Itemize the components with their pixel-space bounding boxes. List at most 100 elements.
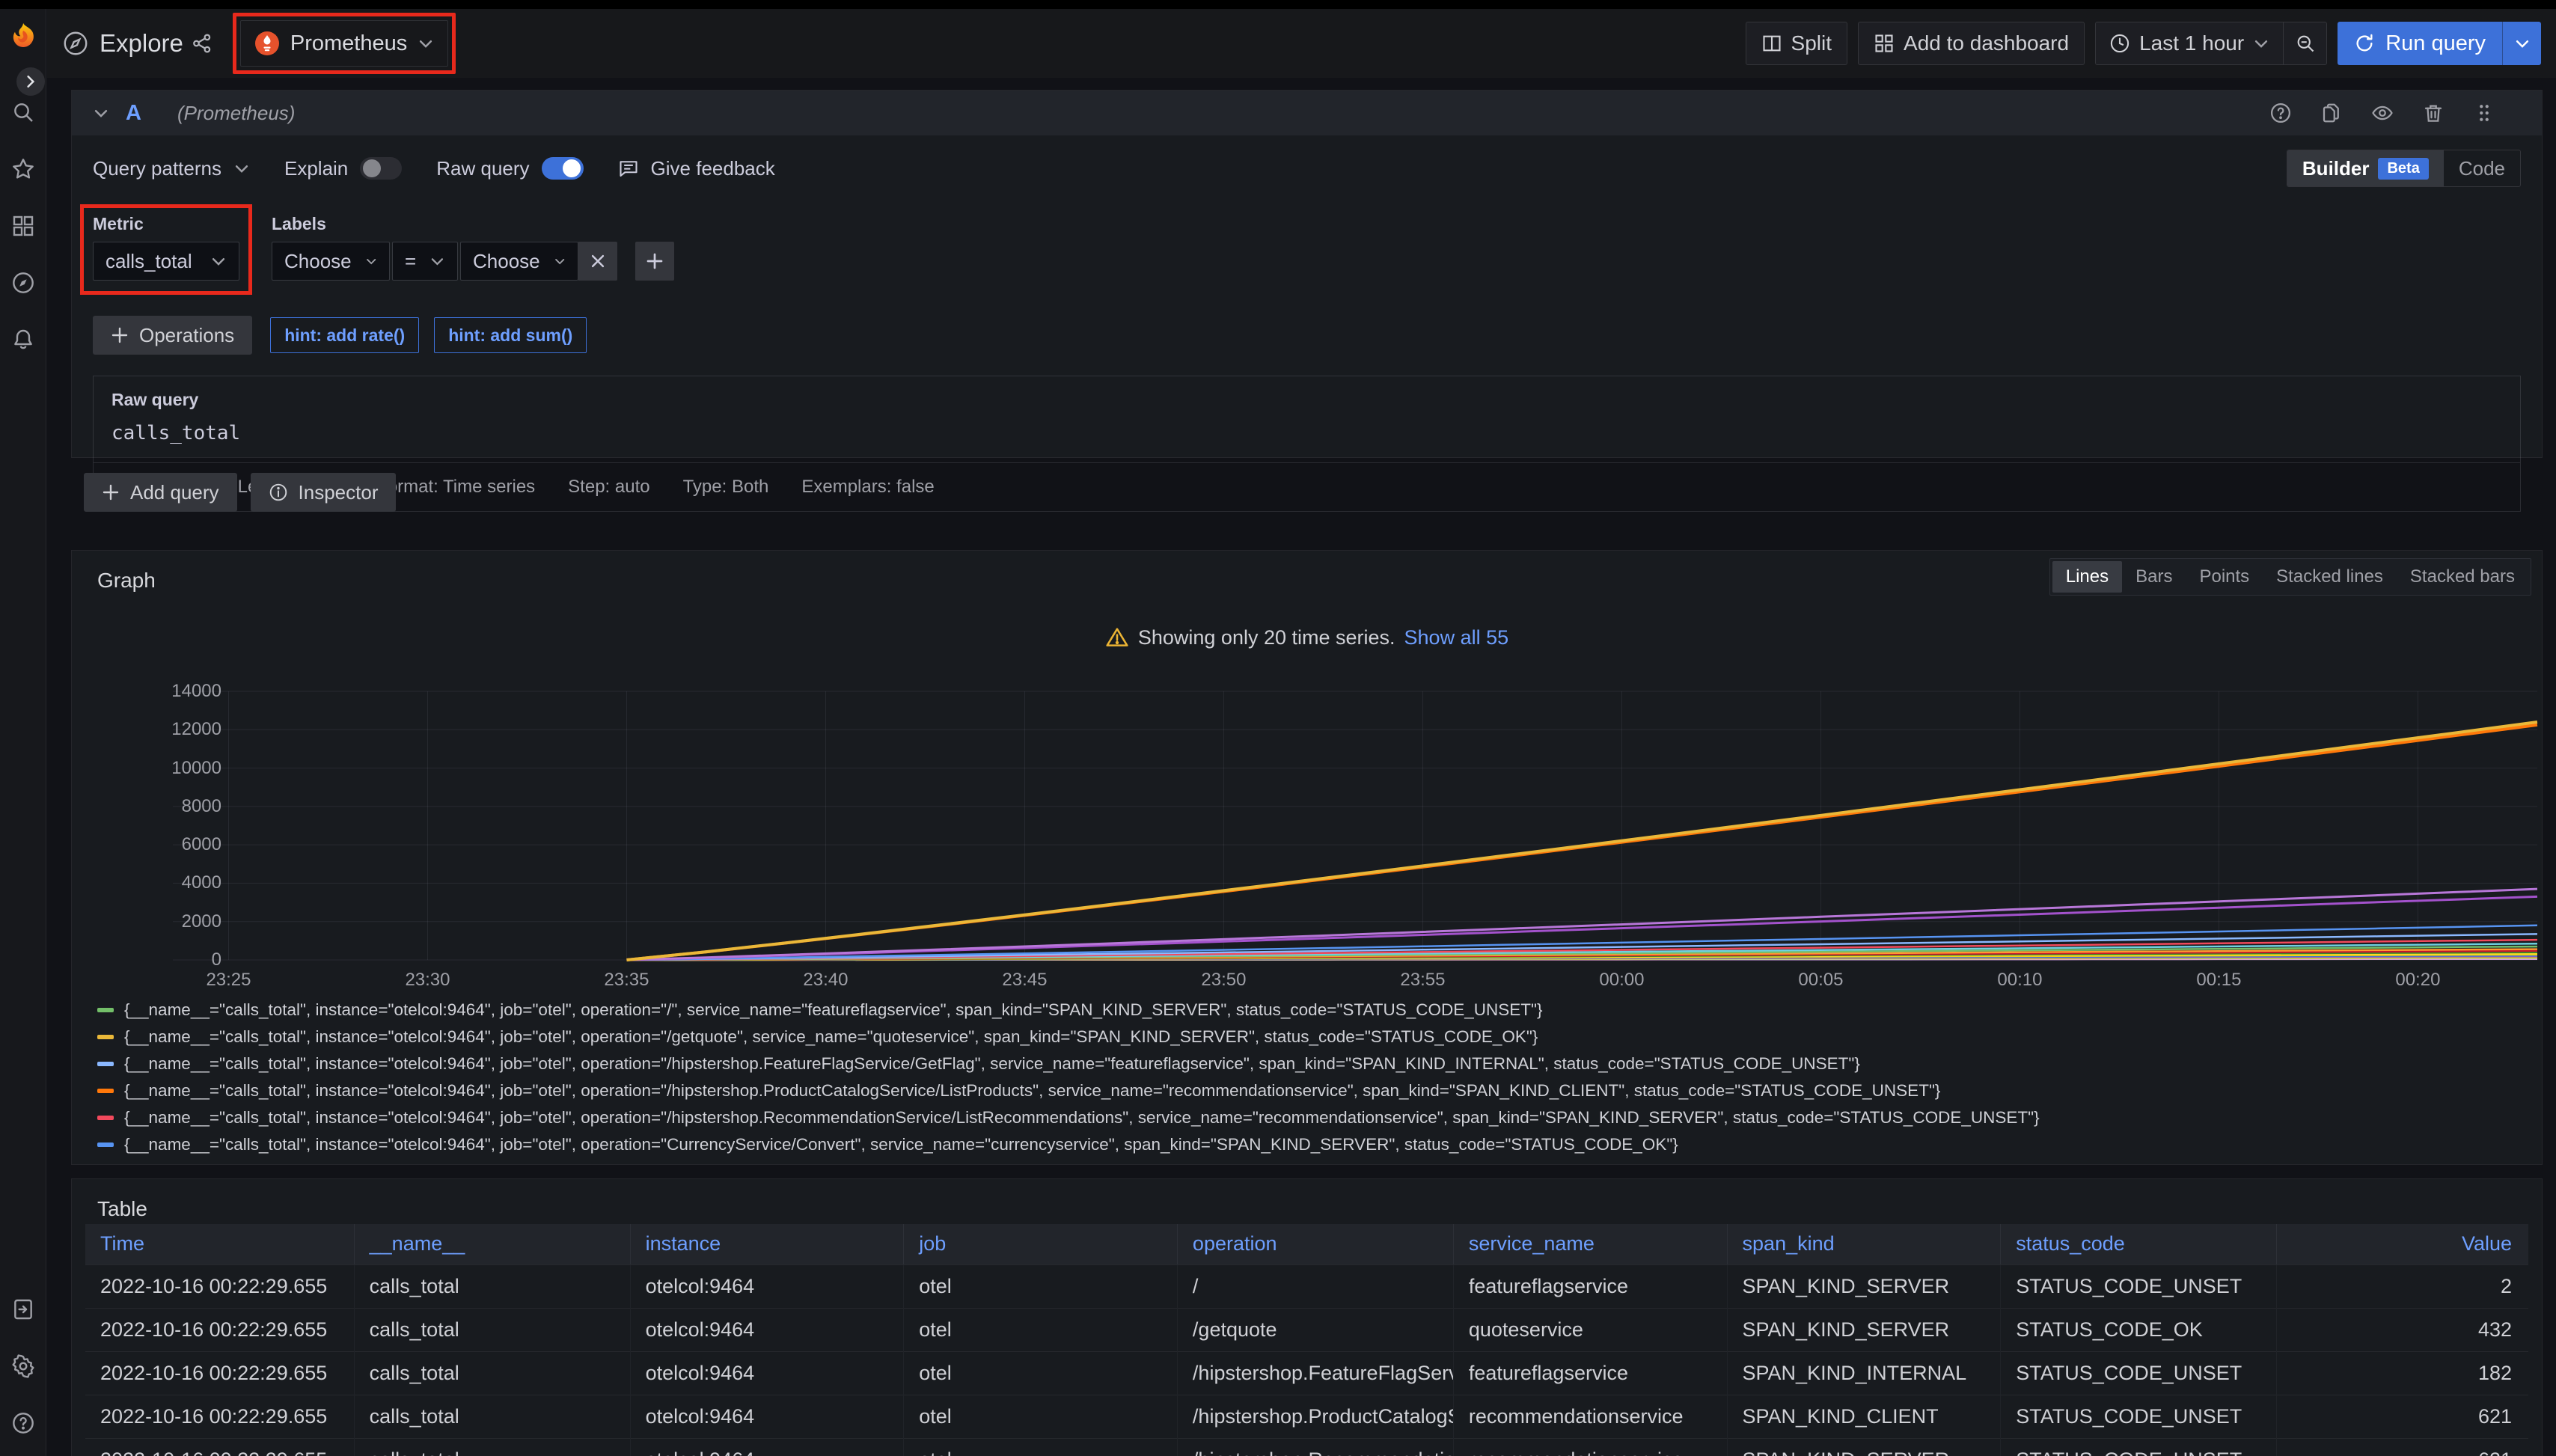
legend-series-label: {__name__="calls_total", instance="otelc… (124, 1135, 1678, 1154)
legend-item[interactable]: {__name__="calls_total", instance="otelc… (97, 1104, 2527, 1131)
legend-item[interactable]: {__name__="calls_total", instance="otelc… (97, 1077, 2527, 1104)
table-cell: otel (904, 1395, 1178, 1438)
dashboards-icon[interactable] (11, 214, 35, 238)
give-feedback-link[interactable]: Give feedback (618, 157, 775, 180)
alerting-bell-icon[interactable] (11, 328, 35, 352)
table-header-cell[interactable]: instance (630, 1224, 904, 1264)
table-header-cell[interactable]: job (904, 1224, 1178, 1264)
explore-compass-icon[interactable] (11, 271, 35, 295)
share-icon[interactable] (191, 32, 213, 55)
label-name-select[interactable]: Choose (272, 242, 390, 281)
legend-item[interactable]: {__name__="calls_total", instance="otelc… (97, 1024, 2527, 1050)
table-row: 2022-10-16 00:22:29.655calls_totalotelco… (85, 1264, 2528, 1308)
warning-triangle-icon (1105, 625, 1129, 649)
time-range-button[interactable]: Last 1 hour (2096, 22, 2283, 64)
table-header-cell[interactable]: Value (2277, 1224, 2528, 1264)
remove-label-filter-button[interactable] (578, 242, 617, 281)
table-cell: SPAN_KIND_SERVER (1727, 1264, 2001, 1308)
datasource-name: Prometheus (290, 31, 407, 56)
legend-item[interactable]: {__name__="calls_total", instance="otelc… (97, 1158, 2527, 1165)
inspector-label: Inspector (299, 481, 379, 504)
table-cell: calls_total (354, 1438, 630, 1456)
settings-gear-icon[interactable] (11, 1354, 35, 1378)
x-tick-label: 00:05 (1776, 970, 1865, 991)
table-cell: otel (904, 1438, 1178, 1456)
table-cell: / (1177, 1264, 1453, 1308)
query-help-icon[interactable] (2269, 102, 2292, 124)
tab-builder[interactable]: Builder Beta (2287, 150, 2444, 186)
remove-query-trash-icon[interactable] (2422, 102, 2445, 124)
raw-query-section-label: Raw query (111, 390, 2502, 410)
add-query-button[interactable]: Add query (84, 473, 237, 512)
legend-series-label: {__name__="calls_total", instance="otelc… (124, 1081, 1940, 1101)
legend-swatch (97, 1062, 114, 1066)
starred-icon[interactable] (11, 157, 35, 181)
legend-swatch (97, 1008, 114, 1012)
table-header-cell[interactable]: span_kind (1727, 1224, 2001, 1264)
table-cell: featureflagservice (1453, 1351, 1727, 1395)
chevron-down-icon (233, 160, 250, 177)
raw-query-toggle-label: Raw query (436, 157, 529, 180)
query-hint-button[interactable]: hint: add sum() (434, 317, 587, 353)
datasource-picker[interactable]: Prometheus (240, 20, 448, 67)
x-tick-label: 23:30 (382, 970, 472, 991)
results-table: Time__name__instancejoboperationservice_… (85, 1224, 2528, 1456)
collapse-chevron-icon[interactable] (93, 105, 109, 121)
time-picker: Last 1 hour (2095, 22, 2327, 65)
table-cell: recommendationservice (1453, 1438, 1727, 1456)
table-header-cell[interactable]: operation (1177, 1224, 1453, 1264)
chevron-down-icon (2514, 35, 2531, 52)
run-query-dropdown[interactable] (2502, 22, 2541, 65)
plus-icon (102, 483, 120, 501)
table-header-cell[interactable]: status_code (2001, 1224, 2277, 1264)
table-header-cell[interactable]: service_name (1453, 1224, 1727, 1264)
run-query-button[interactable]: Run query (2338, 22, 2541, 65)
graph-mode-tab-lines[interactable]: Lines (2052, 561, 2122, 593)
legend-item[interactable]: {__name__="calls_total", instance="otelc… (97, 1131, 2527, 1158)
raw-query-toggle[interactable] (542, 157, 584, 180)
query-patterns-dropdown[interactable]: Query patterns (93, 157, 250, 180)
duplicate-query-icon[interactable] (2320, 102, 2343, 124)
sidebar-expand-button[interactable] (16, 67, 45, 96)
time-series-chart[interactable] (173, 691, 2537, 960)
explain-toggle[interactable] (360, 157, 402, 180)
add-to-dashboard-button[interactable]: Add to dashboard (1858, 22, 2085, 65)
legend-item[interactable]: {__name__="calls_total", instance="otelc… (97, 1050, 2527, 1077)
split-button[interactable]: Split (1746, 22, 1847, 65)
x-tick-label: 00:20 (2373, 970, 2462, 991)
search-icon[interactable] (11, 100, 35, 124)
table-header-cell[interactable]: __name__ (354, 1224, 630, 1264)
table-cell: recommendationservice (1453, 1395, 1727, 1438)
legend-item[interactable]: {__name__="calls_total", instance="otelc… (97, 997, 2527, 1024)
table-header-cell[interactable]: Time (85, 1224, 354, 1264)
label-value-select[interactable]: Choose (460, 242, 578, 281)
metric-field-label: Metric (93, 214, 239, 234)
hide-response-eye-icon[interactable] (2371, 102, 2394, 124)
graph-mode-tab-points[interactable]: Points (2186, 561, 2263, 593)
help-icon[interactable] (11, 1411, 35, 1435)
operations-label: Operations (139, 324, 234, 347)
x-tick-label: 23:45 (979, 970, 1069, 991)
label-operator-select[interactable]: = (392, 242, 458, 281)
label-operator-value: = (405, 250, 416, 273)
tab-code[interactable]: Code (2444, 150, 2520, 186)
show-all-series-link[interactable]: Show all 55 (1404, 626, 1509, 649)
sidebar (0, 9, 46, 1456)
options-collapsed-row[interactable]: Options Legend: AutoFormat: Time seriesS… (93, 463, 2521, 512)
graph-mode-tab-stacked-lines[interactable]: Stacked lines (2263, 561, 2397, 593)
graph-mode-tab-bars[interactable]: Bars (2122, 561, 2186, 593)
query-row-header[interactable]: A (Prometheus) (72, 91, 2542, 135)
query-hint-button[interactable]: hint: add rate() (270, 317, 419, 353)
grafana-logo-icon[interactable] (7, 21, 40, 54)
prometheus-icon (254, 31, 280, 56)
inspector-button[interactable]: Inspector (251, 473, 397, 512)
add-label-filter-button[interactable] (635, 242, 674, 281)
graph-panel-title: Graph (97, 569, 156, 593)
sign-in-icon[interactable] (11, 1297, 35, 1321)
operations-button[interactable]: Operations (93, 316, 252, 355)
drag-handle-icon[interactable] (2473, 102, 2495, 124)
metric-select[interactable]: calls_total (93, 242, 239, 281)
table-cell: 2022-10-16 00:22:29.655 (85, 1438, 354, 1456)
zoom-out-time-button[interactable] (2283, 22, 2326, 64)
graph-mode-tab-stacked-bars[interactable]: Stacked bars (2397, 561, 2528, 593)
